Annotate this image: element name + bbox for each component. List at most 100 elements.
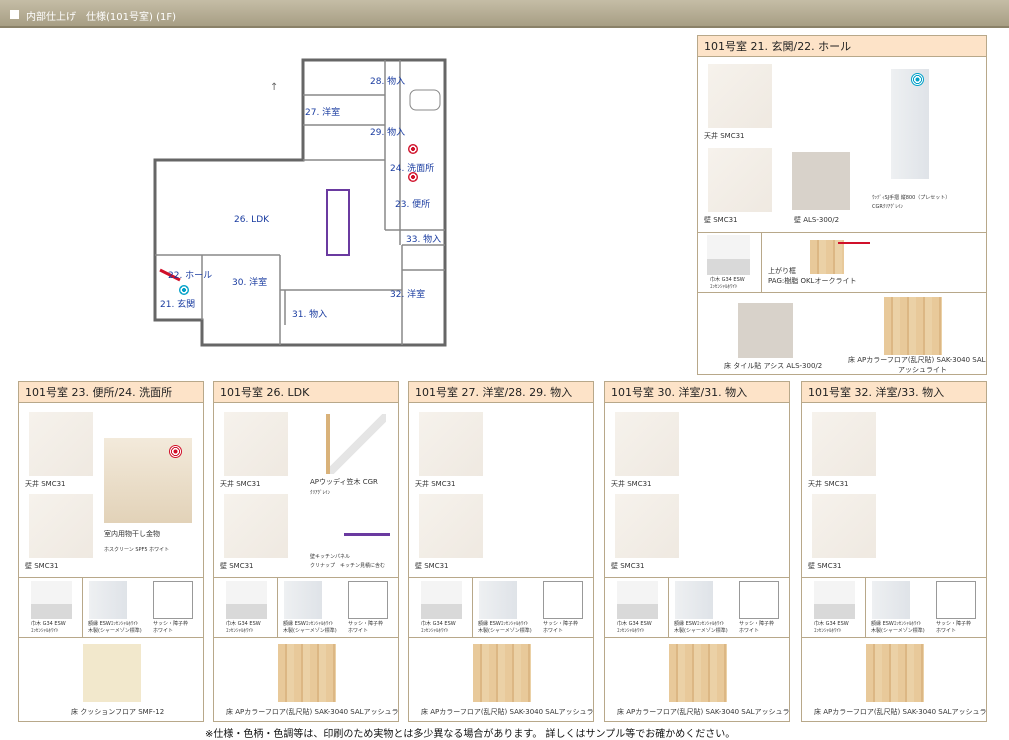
handrail-label: ｳｯﾃﾞｨSJ手摺 縦800（プレセット） <box>872 195 951 201</box>
skirting-swatch <box>31 581 72 619</box>
drying-label-2: ホスクリーン SPF5 ホワイト <box>104 547 170 553</box>
step-marker <box>838 242 870 244</box>
header-square-icon <box>10 10 19 19</box>
frame-label-2: 木製(シャーメゾン標準) <box>871 628 925 634</box>
wall-label: 壁 SMC31 <box>220 562 254 570</box>
frame-swatch <box>872 581 910 619</box>
frame-label-2: 木製(シャーメゾン標準) <box>283 628 337 634</box>
skirting-swatch <box>617 581 658 619</box>
floor-swatch <box>866 644 924 702</box>
sash-swatch <box>739 581 779 619</box>
floor-swatch <box>473 644 531 702</box>
ceiling-swatch <box>812 412 876 476</box>
frame-label-2: 木製(シャーメゾン標準) <box>88 628 142 634</box>
frame-label: 額縁 ESWｴｯｾﾝｼｬﾙﾎﾜｲﾄ <box>674 621 725 627</box>
sash-swatch <box>153 581 193 619</box>
room-label-26: 26. LDK <box>234 215 270 225</box>
floor-swatch <box>278 644 336 702</box>
step-swatch <box>810 240 844 274</box>
room-label-33: 33. 物入 <box>406 235 442 245</box>
skirting-label-2: ｴｯｾﾝｼｬﾙﾎﾜｲﾄ <box>421 628 449 634</box>
skirting-label-2: ｴｯｾﾝｼｬﾙﾎﾜｲﾄ <box>31 628 59 634</box>
panel-ldk: 101号室 26. LDK 天井 SMC31 壁 SMC31 APウッディ笠木 … <box>213 381 399 722</box>
room-label-28: 28. 物入 <box>370 77 406 87</box>
sash-label: サッシ・障子枠 <box>739 621 775 627</box>
kitchen-panel-swatch <box>344 533 390 536</box>
footnote: ※仕様・色柄・色調等は、印刷のため実物とは多少異なる場合があります。 詳しくはサ… <box>205 729 736 740</box>
panel-title: 101号室 23. 便所/24. 洗面所 <box>19 382 203 403</box>
skirting-label-2: ｴｯｾﾝｼｬﾙﾎﾜｲﾄ <box>710 284 738 290</box>
panel-title: 101号室 30. 洋室/31. 物入 <box>605 382 789 403</box>
ceiling-swatch <box>224 412 288 476</box>
floor-swatch <box>669 644 727 702</box>
ceiling-label: 天井 SMC31 <box>704 132 745 140</box>
drying-label: 室内用物干し金物 <box>104 530 160 538</box>
sash-swatch <box>936 581 976 619</box>
wall-label: 壁 SMC31 <box>808 562 842 570</box>
step-label-2: PAG:樹脂 OKLオークライト <box>768 277 857 285</box>
panel-toilet: 101号室 23. 便所/24. 洗面所 天井 SMC31 壁 SMC31 室内… <box>18 381 204 722</box>
stair-label-2: ｸﾘｱｸﾞﾚｲﾝ <box>310 490 331 496</box>
wall-swatch <box>812 494 876 558</box>
marker-cyan-icon <box>911 73 924 86</box>
wall-swatch <box>224 494 288 558</box>
wall-label: 壁 SMC31 <box>704 216 738 224</box>
sash-swatch <box>348 581 388 619</box>
skirting-swatch <box>226 581 267 619</box>
sash-label: サッシ・障子枠 <box>936 621 972 627</box>
kitchen-panel-label: 壁キッチンパネル <box>310 554 351 560</box>
ceiling-swatch <box>419 412 483 476</box>
skirting-label: 巾木 G34 ESW <box>710 277 745 283</box>
panel-title: 101号室 21. 玄関/22. ホール <box>698 36 986 57</box>
panel-title: 101号室 32. 洋室/33. 物入 <box>802 382 986 403</box>
frame-label-2: 木製(シャーメゾン標準) <box>478 628 532 634</box>
sash-label: サッシ・障子枠 <box>153 621 189 627</box>
marker-cyan-icon <box>179 285 189 295</box>
marker-icon <box>408 144 418 154</box>
wall-tile-swatch <box>792 152 850 210</box>
ceiling-label: 天井 SMC31 <box>25 480 66 488</box>
frame-label: 額縁 ESWｴｯｾﾝｼｬﾙﾎﾜｲﾄ <box>871 621 922 627</box>
frame-label: 額縁 ESWｴｯｾﾝｼｬﾙﾎﾜｲﾄ <box>478 621 529 627</box>
wall-swatch <box>29 494 93 558</box>
handrail-label-2: CGRｸﾘｱｸﾞﾚｲﾝ <box>872 204 903 210</box>
panel-room-27: 101号室 27. 洋室/28. 29. 物入 天井 SMC31 壁 SMC31… <box>408 381 594 722</box>
frame-swatch <box>479 581 517 619</box>
room-label-31: 31. 物入 <box>292 310 328 320</box>
step-label: 上がり框 <box>768 267 796 275</box>
floor-label: 床 APカラーフロア(乱尺貼) SAK-3040 SALアッシュライト <box>421 708 594 716</box>
skirting-label: 巾木 G34 ESW <box>226 621 261 627</box>
wall-label: 壁 SMC31 <box>611 562 645 570</box>
wall-swatch <box>419 494 483 558</box>
wall-swatch <box>615 494 679 558</box>
skirting-label: 巾木 G34 ESW <box>421 621 456 627</box>
frame-label-2: 木製(シャーメゾン標準) <box>674 628 728 634</box>
floor-label: 床 APカラーフロア(乱尺貼) SAK-3040 SAL <box>848 356 986 364</box>
room-label-27: 27. 洋室 <box>305 108 341 118</box>
skirting-swatch <box>707 235 750 275</box>
ceiling-label: 天井 SMC31 <box>808 480 849 488</box>
sash-label-2: ホワイト <box>348 628 369 634</box>
sash-label: サッシ・障子枠 <box>348 621 384 627</box>
stair-photo <box>326 414 386 474</box>
kitchen-panel-label-2: クリナップ キッチン見積に含む <box>310 563 386 569</box>
ceiling-label: 天井 SMC31 <box>611 480 652 488</box>
room-label-23: 23. 便所 <box>395 200 431 210</box>
wall-tile-label: 壁 ALS-300/2 <box>794 216 840 224</box>
panel-title: 101号室 26. LDK <box>214 382 398 403</box>
wall-label: 壁 SMC31 <box>415 562 449 570</box>
frame-label: 額縁 ESWｴｯｾﾝｼｬﾙﾎﾜｲﾄ <box>88 621 139 627</box>
sash-label-2: ホワイト <box>936 628 957 634</box>
floor-label: 床 クッションフロア SMF-12 <box>71 708 165 716</box>
room-label-32: 32. 洋室 <box>390 290 426 300</box>
panel-entry: 101号室 21. 玄関/22. ホール 天井 SMC31 壁 SMC31 壁 … <box>697 35 987 375</box>
sash-label-2: ホワイト <box>543 628 564 634</box>
floor-tile-swatch <box>738 303 793 358</box>
panel-title: 101号室 27. 洋室/28. 29. 物入 <box>409 382 593 403</box>
frame-swatch <box>89 581 127 619</box>
handrail-photo <box>891 69 929 179</box>
floor-label: 床 APカラーフロア(乱尺貼) SAK-3040 SALアッシュライト <box>226 708 399 716</box>
ceiling-label: 天井 SMC31 <box>220 480 261 488</box>
wall-label: 壁 SMC31 <box>25 562 59 570</box>
sash-label-2: ホワイト <box>153 628 174 634</box>
